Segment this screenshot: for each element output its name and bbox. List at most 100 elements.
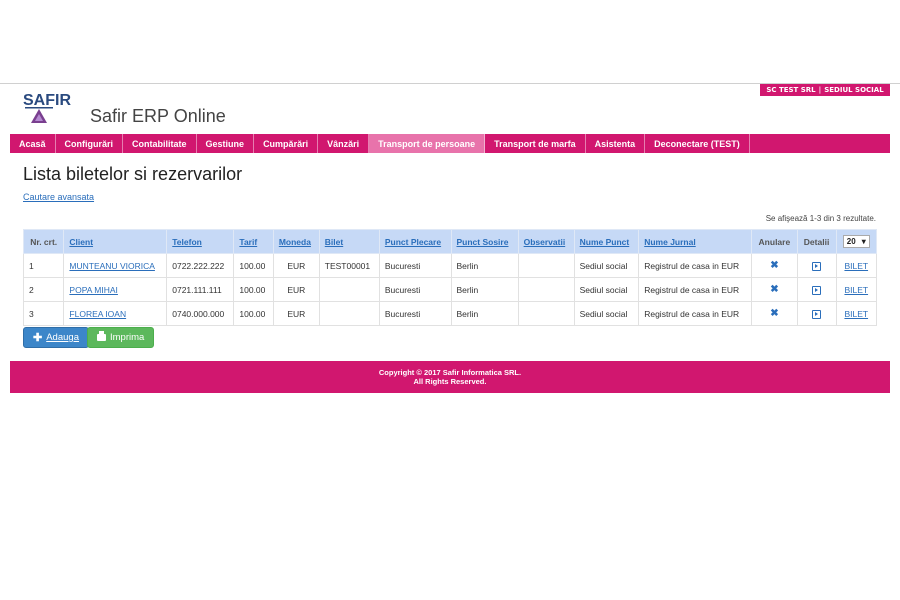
cell-anulare: ✖ [751,277,798,302]
chevron-down-icon: ▾ [861,237,866,246]
results-summary: Se afişează 1-3 din 3 rezultate. [765,214,876,223]
col-client[interactable]: Client [63,229,168,254]
nav-item-3[interactable]: Gestiune [197,134,255,153]
col-nr: Nr. crt. [22,229,65,254]
print-button-label: Imprima [110,332,145,343]
cell-client[interactable]: MUNTEANU VIORICA [63,253,168,278]
cell-punct-sosire: Berlin [450,253,519,278]
cell-client[interactable]: FLOREA IOAN [63,301,168,326]
cell-moneda: EUR [272,253,320,278]
cell-nume-punct: Sediul social [573,301,640,326]
footer-copyright: Copyright © 2017 Safir Informatica SRL. [378,368,522,377]
cell-nr: 1 [22,253,65,278]
company-name: SC TEST SRL [766,86,816,94]
col-telefon[interactable]: Telefon [166,229,235,254]
nav-item-4[interactable]: Cumpărări [254,134,319,153]
nav-item-9[interactable]: Deconectare (TEST) [645,134,750,153]
nav-item-1[interactable]: Configurări [56,134,124,153]
page-title: Lista biletelor si rezervarilor [23,164,243,184]
cell-nume-jurnal: Registrul de casa in EUR [638,253,753,278]
bilet-link[interactable]: BILET [844,309,868,319]
cell-tarif: 100.00 [233,253,274,278]
cell-telefon: 0740.000.000 [166,301,235,326]
cell-observatii [517,301,575,326]
main-navbar: Acasă Configurări Contabilitate Gestiune Cum… [10,134,890,153]
cell-tarif: 100.00 [233,301,274,326]
cell-punct-plecare: Bucuresti [378,253,452,278]
details-icon[interactable] [812,261,822,271]
bilet-link[interactable]: BILET [844,261,868,271]
col-punct-sosire[interactable]: Punct Sosire [450,229,519,254]
col-bilet[interactable]: Bilet [318,229,380,254]
page-size-value: 20 [846,237,856,246]
col-observatii[interactable]: Observatii [517,229,575,254]
nav-item-7[interactable]: Transport de marfa [485,134,586,153]
cell-anulare: ✖ [751,253,798,278]
cell-punct-sosire: Berlin [450,301,519,326]
nav-item-5[interactable]: Vânzări [318,134,370,153]
cell-action: BILET [835,301,878,326]
nav-item-2[interactable]: Contabilitate [123,134,197,153]
app-title: Safir ERP Online [90,106,226,126]
client-link[interactable]: FLOREA IOAN [69,309,126,319]
details-icon[interactable] [812,309,822,319]
col-detalii: Detalii [796,229,837,254]
add-button[interactable]: ✚ Adauga [23,327,89,348]
company-location: SEDIUL SOCIAL [824,86,884,94]
tickets-table: Nr. crt. Client Telefon Tarif Moneda Bil… [22,229,878,326]
page-size-select[interactable]: 20 ▾ [842,235,870,248]
details-icon[interactable] [812,285,822,295]
col-tarif[interactable]: Tarif [233,229,274,254]
company-separator: | [818,86,822,94]
safir-logo: SAFIR [23,92,71,123]
cell-nume-punct: Sediul social [573,253,640,278]
cell-punct-plecare: Bucuresti [378,277,452,302]
bilet-link[interactable]: BILET [844,285,868,295]
cell-action: BILET [835,253,878,278]
plus-icon: ✚ [33,332,43,344]
cell-nume-jurnal: Registrul de casa in EUR [638,277,753,302]
table-header-row: Nr. crt. Client Telefon Tarif Moneda Bil… [22,229,878,254]
cell-detalii [796,277,837,302]
col-punct-plecare[interactable]: Punct Plecare [378,229,452,254]
x-icon[interactable]: ✖ [770,308,778,319]
logo-text: SAFIR [23,92,71,109]
col-nume-punct[interactable]: Nume Punct [573,229,640,254]
table-row: 1 MUNTEANU VIORICA 0722.222.222 100.00 EUR TE… [22,253,878,278]
cell-detalii [796,301,837,326]
printer-icon [97,331,106,341]
cell-moneda: EUR [272,301,320,326]
nav-item-8[interactable]: Asistenta [586,134,646,153]
col-moneda[interactable]: Moneda [272,229,320,254]
cell-bilet [318,277,380,302]
cell-anulare: ✖ [751,301,798,326]
cell-detalii [796,253,837,278]
client-link[interactable]: POPA MIHAI [69,285,118,295]
add-button-label: Adauga [46,332,79,343]
cell-action: BILET [835,277,878,302]
nav-item-6[interactable]: Transport de persoane [369,134,486,153]
cell-observatii [517,277,575,302]
col-nume-jurnal[interactable]: Nume Jurnal [638,229,753,254]
cell-punct-plecare: Bucuresti [378,301,452,326]
x-icon[interactable]: ✖ [770,260,778,271]
client-link[interactable]: MUNTEANU VIORICA [69,261,154,271]
cell-punct-sosire: Berlin [450,277,519,302]
col-page-size: 20 ▾ [835,229,878,254]
cell-bilet: TEST00001 [318,253,380,278]
footer-rights: All Rights Reserved. [413,377,487,386]
table-row: 2 POPA MIHAI 0721.111.111 100.00 EUR Bucurest… [22,277,878,302]
print-button[interactable]: Imprima [87,327,155,348]
cell-nr: 2 [22,277,65,302]
company-bar: SC TEST SRL | SEDIUL SOCIAL [760,84,890,96]
cell-tarif: 100.00 [233,277,274,302]
x-icon[interactable]: ✖ [770,284,778,295]
nav-item-0[interactable]: Acasă [10,134,56,153]
cell-client[interactable]: POPA MIHAI [63,277,168,302]
col-anulare: Anulare [751,229,798,254]
cell-moneda: EUR [272,277,320,302]
advanced-search-link[interactable]: Cautare avansata [23,192,94,202]
cell-observatii [517,253,575,278]
cell-nume-jurnal: Registrul de casa in EUR [638,301,753,326]
cell-telefon: 0722.222.222 [166,253,235,278]
